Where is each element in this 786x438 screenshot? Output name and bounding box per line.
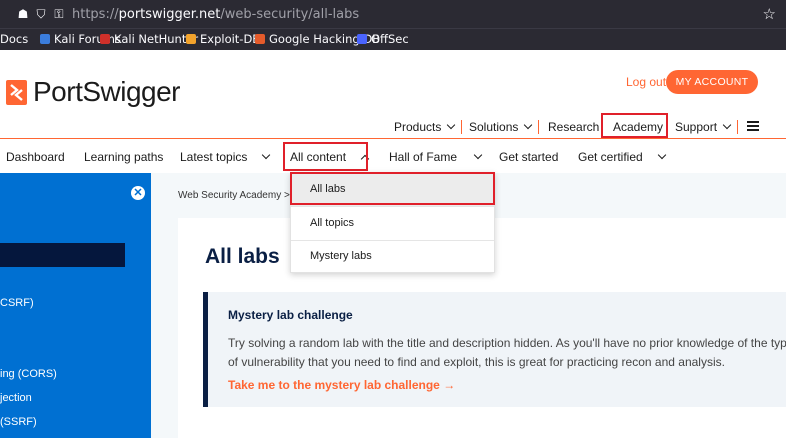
nav-solutions[interactable]: Solutions — [469, 120, 533, 134]
dropdown-item-all-topics[interactable]: All topics — [291, 207, 494, 240]
close-icon[interactable]: ✕ — [131, 186, 145, 200]
kali-nethunter-icon — [100, 34, 110, 44]
portswigger-logo[interactable]: PortSwigger — [6, 76, 181, 108]
all-labs-highlight-box — [290, 172, 495, 205]
nav-latest-topics[interactable]: Latest topics — [180, 150, 271, 164]
breadcrumb: Web Security Academy > — [178, 190, 290, 201]
browser-url-bar: ☗ ⛉ ⚿ https://portswigger.net/web-securi… — [0, 0, 786, 28]
bookmark-kali-nethunter[interactable]: Kali NetHunter — [100, 32, 198, 46]
offsec-icon — [357, 34, 367, 44]
nav-separator — [737, 120, 738, 134]
nav-separator — [461, 120, 462, 134]
chevron-down-icon — [657, 150, 666, 160]
my-account-button[interactable]: MY ACCOUNT — [666, 70, 758, 94]
all-content-highlight-box — [283, 142, 368, 171]
nav-support[interactable]: Support — [675, 120, 732, 134]
academy-highlight-box — [601, 113, 668, 138]
academy-nav: Dashboard Learning paths Latest topics A… — [0, 139, 786, 173]
chevron-down-icon — [473, 150, 483, 160]
bookmark-offsec[interactable]: OffSec — [357, 32, 409, 46]
mystery-lab-callout: Mystery lab challenge Try solving a rand… — [203, 292, 786, 407]
nav-hall-of-fame[interactable]: Hall of Fame — [389, 150, 483, 164]
logo-text: PortSwigger — [33, 76, 181, 107]
mystery-lab-link[interactable]: Take me to the mystery lab challenge → — [228, 378, 455, 392]
nav-dashboard[interactable]: Dashboard — [6, 150, 65, 164]
page-icon: ☗ — [17, 7, 29, 21]
chevron-down-icon — [262, 150, 271, 160]
chevron-down-icon — [722, 120, 732, 130]
bookmark-star-icon[interactable]: ☆ — [763, 5, 776, 23]
bookmark-docs[interactable]: Docs — [0, 32, 28, 46]
nav-learning-paths[interactable]: Learning paths — [84, 150, 163, 164]
page-title: All labs — [205, 245, 280, 268]
nav-get-certified[interactable]: Get certified — [578, 150, 666, 164]
chevron-down-icon — [524, 120, 533, 130]
address-field[interactable]: https://portswigger.net/web-security/all… — [72, 7, 359, 22]
callout-text: Try solving a random lab with the title … — [228, 336, 786, 369]
exploit-db-icon — [186, 34, 196, 44]
logout-link[interactable]: Log out — [626, 75, 666, 89]
nav-products[interactable]: Products — [394, 120, 456, 134]
dropdown-item-mystery-labs[interactable]: Mystery labs — [291, 240, 494, 273]
ghdb-icon — [255, 34, 265, 44]
shield-icon[interactable]: ⛉ — [33, 6, 49, 22]
callout-heading: Mystery lab challenge — [228, 308, 353, 322]
nav-get-started[interactable]: Get started — [499, 150, 558, 164]
sidebar-item-injection[interactable]: jection — [0, 392, 32, 404]
kali-forums-icon — [40, 34, 50, 44]
lock-icon[interactable]: ⚿ — [51, 6, 67, 22]
hamburger-menu-icon[interactable] — [747, 121, 759, 131]
portswigger-logo-icon — [6, 79, 27, 105]
bookmark-exploit-db[interactable]: Exploit-DB — [186, 32, 260, 46]
breadcrumb-home[interactable]: Web Security Academy — [178, 190, 281, 201]
bookmarks-bar: Docs Kali Forums Kali NetHunter Exploit-… — [0, 28, 786, 50]
nav-separator — [538, 120, 539, 134]
sidebar-search-bar[interactable] — [0, 243, 125, 267]
sidebar-item-cors[interactable]: ing (CORS) — [0, 368, 57, 380]
nav-research[interactable]: Research — [548, 120, 599, 134]
chevron-down-icon — [447, 120, 456, 130]
sidebar-item-csrf[interactable]: CSRF) — [0, 297, 34, 309]
sidebar-item-ssrf[interactable]: (SSRF) — [0, 416, 37, 428]
